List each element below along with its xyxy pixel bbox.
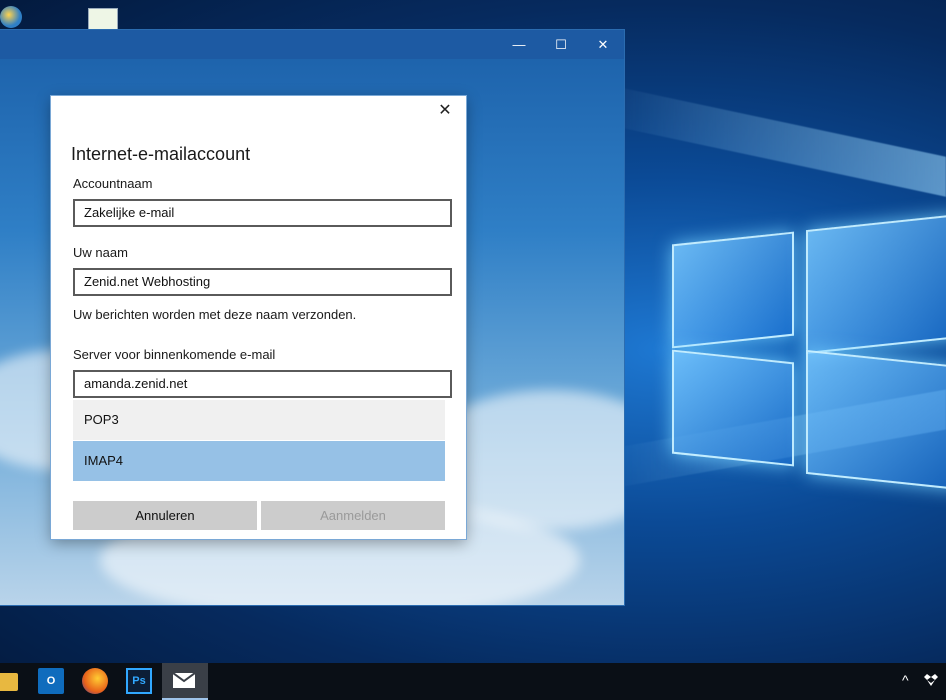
windows-logo-pane: [806, 213, 946, 355]
maximize-icon: ☐: [555, 36, 567, 52]
photoshop-letters: Ps: [132, 675, 146, 687]
dialog-title: Internet-e-mailaccount: [71, 144, 251, 164]
dropbox-icon[interactable]: [924, 673, 938, 687]
your-name-hint: Uw berichten worden met deze naam verzon…: [73, 307, 357, 322]
account-name-input[interactable]: Zakelijke e-mail: [73, 199, 452, 227]
window-titlebar[interactable]: — ☐ ✕: [0, 30, 624, 59]
mail-icon: [172, 672, 196, 688]
minimize-button[interactable]: —: [498, 30, 540, 59]
windows-logo-pane: [672, 349, 794, 467]
server-type-option-imap4[interactable]: IMAP4: [73, 441, 445, 481]
maximize-button[interactable]: ☐: [540, 30, 582, 59]
your-name-label: Uw naam: [73, 245, 128, 260]
your-name-input[interactable]: Zenid.net Webhosting: [73, 268, 452, 296]
mail-taskbar-button[interactable]: [162, 663, 208, 700]
firefox-icon[interactable]: [82, 668, 108, 694]
minimize-icon: —: [512, 37, 526, 52]
close-window-button[interactable]: ✕: [582, 30, 624, 59]
signin-button[interactable]: Aanmelden: [261, 501, 445, 530]
close-icon: ✕: [438, 102, 452, 119]
photoshop-icon[interactable]: Ps: [126, 668, 152, 694]
tray-chevron-icon[interactable]: ^: [902, 672, 909, 688]
incoming-server-input[interactable]: amanda.zenid.net: [73, 370, 452, 398]
outlook-icon[interactable]: O: [38, 668, 64, 694]
account-name-label: Accountnaam: [73, 176, 153, 191]
windows-logo-pane: [806, 349, 946, 491]
internet-email-account-dialog: ✕ Internet-e-mailaccount Accountnaam Zak…: [51, 96, 466, 539]
file-explorer-icon[interactable]: [0, 673, 18, 691]
close-icon: ✕: [597, 36, 609, 52]
server-type-option-pop3[interactable]: POP3: [73, 400, 445, 440]
cancel-button[interactable]: Annuleren: [73, 501, 257, 530]
taskbar: O Ps ^: [0, 663, 946, 700]
desktop-shortcut-icon[interactable]: [0, 6, 22, 28]
close-dialog-button[interactable]: ✕: [436, 102, 454, 120]
outlook-letter: O: [46, 675, 56, 687]
desktop-shortcut-icon[interactable]: [88, 8, 118, 30]
incoming-server-label: Server voor binnenkomende e-mail: [73, 347, 276, 362]
windows-logo-pane: [672, 231, 794, 349]
